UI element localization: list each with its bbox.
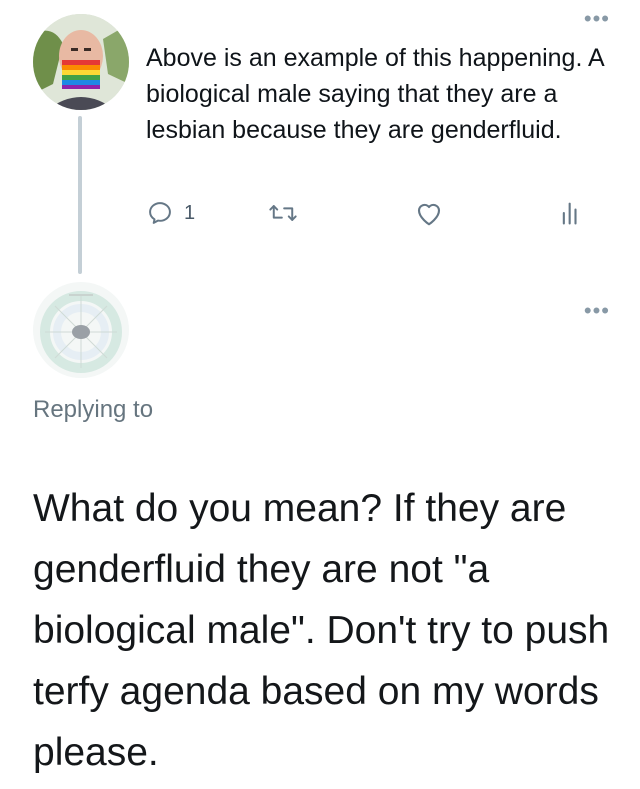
avatar[interactable] (33, 14, 129, 110)
like-button[interactable] (414, 195, 444, 231)
tweet-text: Above is an example of this happening. A… (146, 44, 604, 144)
avatar[interactable] (33, 282, 129, 378)
analytics-icon (562, 202, 577, 225)
reply-count: 1 (184, 201, 196, 224)
reply-icon (149, 202, 171, 224)
reply-text: What do you mean? If they are genderflui… (33, 487, 610, 774)
avatar-photo (33, 14, 129, 110)
analytics-button[interactable] (558, 195, 586, 231)
thread-line (78, 116, 82, 274)
reply-button[interactable]: 1 (146, 195, 195, 231)
more-icon[interactable]: ••• (584, 300, 610, 322)
more-icon[interactable]: ••• (584, 8, 610, 30)
heart-icon (417, 203, 441, 226)
avatar-image (33, 282, 129, 378)
retweet-button[interactable] (268, 195, 298, 231)
retweet-icon (269, 205, 297, 221)
replying-to-label: Replying to (33, 396, 154, 423)
